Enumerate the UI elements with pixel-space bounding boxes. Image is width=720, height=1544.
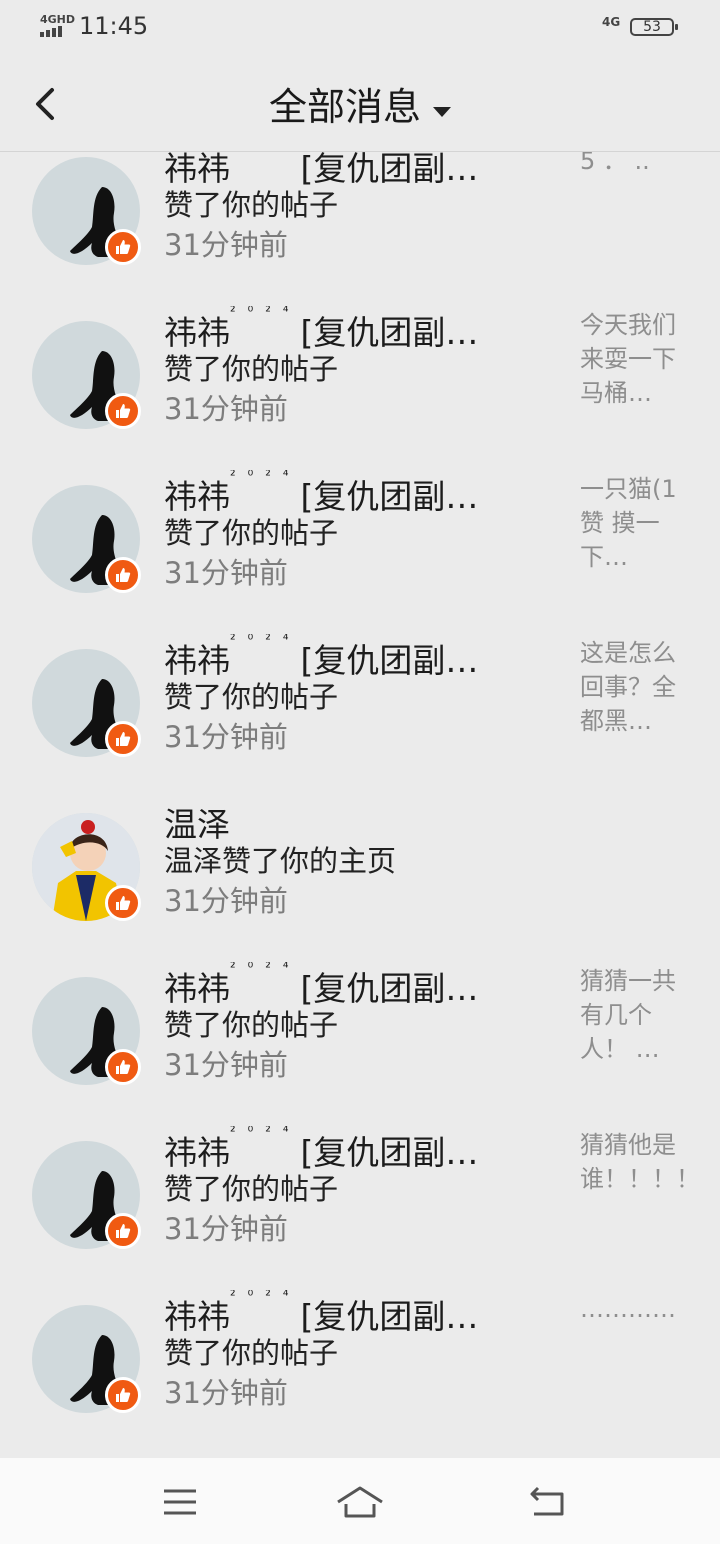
thumbs-up-icon <box>116 1388 131 1402</box>
avatar[interactable] <box>32 649 141 757</box>
sender-name-superscript: ²⁰²⁴ <box>230 470 301 484</box>
like-badge <box>105 1213 141 1249</box>
message-action: 赞了你的帖子 <box>164 516 339 550</box>
thumbs-up-icon <box>116 896 131 910</box>
post-preview[interactable]: ………… <box>580 1292 695 1326</box>
avatar[interactable] <box>32 485 141 593</box>
message-item[interactable]: 祎祎²⁰²⁴[复仇团副… 赞了你的帖子 31分钟前 今天我们来耍一下马桶… <box>0 304 720 468</box>
header: 全部消息 <box>0 56 720 152</box>
message-time: 31分钟前 <box>164 1376 288 1410</box>
message-time: 31分钟前 <box>164 228 288 262</box>
avatar[interactable] <box>32 977 141 1085</box>
page-title: 全部消息 <box>268 85 421 129</box>
post-preview[interactable]: 猜猜他是谁！！！！！… <box>580 1128 695 1196</box>
system-nav-bar <box>0 1458 720 1544</box>
message-time: 31分钟前 <box>164 392 288 426</box>
message-time: 31分钟前 <box>164 1048 288 1082</box>
avatar[interactable] <box>32 1141 141 1249</box>
mobile-data-label: 4G <box>602 15 621 29</box>
home-icon <box>337 1486 383 1518</box>
like-badge <box>105 1377 141 1413</box>
caret-down-icon <box>433 106 451 117</box>
like-badge <box>105 721 141 757</box>
message-item[interactable]: 祎祎²⁰²⁴[复仇团副… 赞了你的帖子 31分钟前………… <box>0 1288 720 1452</box>
thumbs-up-icon <box>116 568 131 582</box>
sender-name-superscript: ²⁰²⁴ <box>230 1290 301 1304</box>
post-preview[interactable]: 一只猫(1赞 摸一下… <box>580 472 695 574</box>
message-action: 赞了你的帖子 <box>164 1008 339 1042</box>
message-action: 赞了你的帖子 <box>164 352 339 386</box>
post-preview[interactable]: 猜猜一共有几个人！ … <box>580 964 695 1066</box>
title-dropdown[interactable]: 全部消息 <box>0 76 720 131</box>
like-badge <box>105 393 141 429</box>
thumbs-up-icon <box>116 1224 131 1238</box>
message-time: 31分钟前 <box>164 1212 288 1246</box>
clock: 11:45 <box>79 12 149 40</box>
post-preview[interactable]: 5 ． .. <box>580 152 695 178</box>
thumbs-up-icon <box>116 404 131 418</box>
sender-name-superscript: ²⁰²⁴ <box>230 306 301 320</box>
message-item[interactable]: 祎祎²⁰²⁴[复仇团副… 赞了你的帖子 31分钟前 猜猜一共有几个人！ … <box>0 960 720 1124</box>
avatar[interactable] <box>32 813 141 921</box>
sender-name-superscript: ²⁰²⁴ <box>230 152 300 156</box>
like-badge <box>105 1049 141 1085</box>
message-item[interactable]: 祎祎²⁰²⁴[复仇团副… 赞了你的帖子 31分钟前 一只猫(1赞 摸一下… <box>0 468 720 632</box>
signal-strength-icon <box>40 26 62 37</box>
message-item[interactable]: 祎祎²⁰²⁴[复仇团副…赞了你的帖子31分钟前猜猜他是谁！！！！！… <box>0 1124 720 1288</box>
like-badge <box>105 229 141 265</box>
home-button[interactable] <box>330 1480 390 1524</box>
message-list[interactable]: 祎祎²⁰²⁴[复仇团副…赞了你的帖子31分钟前5 ． ..祎祎²⁰²⁴[复仇团副… <box>0 152 720 1458</box>
sender-name-superscript: ²⁰²⁴ <box>230 962 301 976</box>
message-item[interactable]: 祎祎²⁰²⁴[复仇团副… 赞了你的帖子 31分钟前 这是怎么回事？全都黑… <box>0 632 720 796</box>
like-badge <box>105 557 141 593</box>
return-icon <box>530 1486 564 1516</box>
status-bar: 4GHD 11:45 4G 53 <box>0 0 720 56</box>
like-badge <box>105 885 141 921</box>
thumbs-up-icon <box>116 1060 131 1074</box>
thumbs-up-icon <box>116 240 131 254</box>
message-time: 31分钟前 <box>164 720 288 754</box>
post-preview[interactable]: 今天我们来耍一下马桶… <box>580 308 695 410</box>
message-time: 31分钟前 <box>164 556 288 590</box>
sender-name-superscript: ²⁰²⁴ <box>230 1126 301 1140</box>
message-action: 温泽赞了你的主页 <box>164 844 397 878</box>
message-action: 赞了你的帖子 <box>164 680 339 714</box>
message-item[interactable]: 祎祎²⁰²⁴[复仇团副…赞了你的帖子31分钟前5 ． .. <box>0 152 720 304</box>
menu-icon <box>164 1489 196 1515</box>
avatar[interactable] <box>32 157 141 265</box>
message-time: 31分钟前 <box>164 884 288 918</box>
message-action: 赞了你的帖子 <box>164 1336 339 1370</box>
sender-name-superscript: ²⁰²⁴ <box>230 634 301 648</box>
message-action: 赞了你的帖子 <box>164 1172 339 1206</box>
return-button[interactable] <box>518 1480 578 1524</box>
network-type-label: 4GHD <box>40 13 76 26</box>
avatar[interactable] <box>32 321 141 429</box>
avatar[interactable] <box>32 1305 141 1413</box>
message-action: 赞了你的帖子 <box>164 188 339 222</box>
thumbs-up-icon <box>116 732 131 746</box>
battery-level: 53 <box>643 19 661 35</box>
message-item[interactable]: 温泽 温泽赞了你的主页 31分钟前 <box>0 796 720 960</box>
battery-icon: 53 <box>630 18 678 36</box>
post-preview[interactable]: 这是怎么回事？全都黑… <box>580 636 695 738</box>
menu-button[interactable] <box>150 1480 210 1524</box>
